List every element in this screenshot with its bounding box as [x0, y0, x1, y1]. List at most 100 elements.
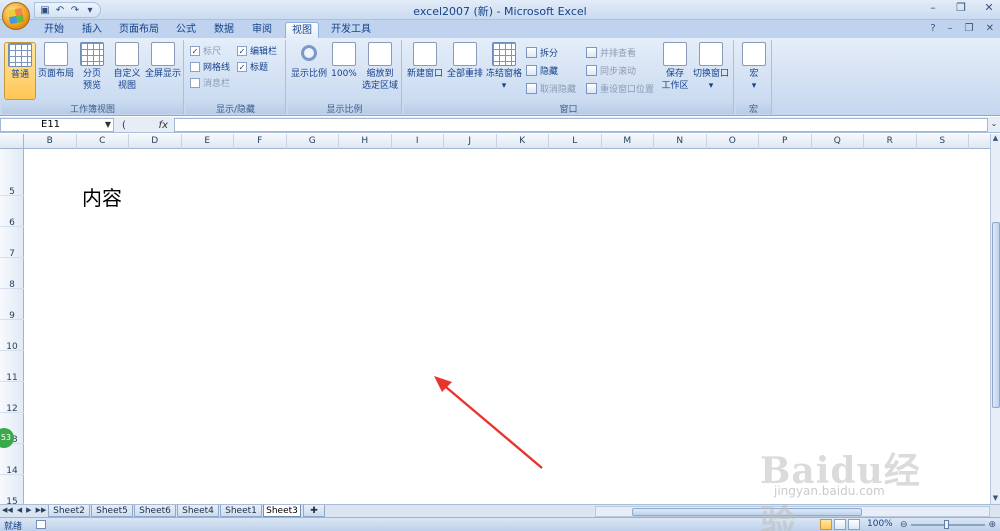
sheet-tab-sheet6[interactable]: Sheet6 [134, 505, 176, 517]
name-box[interactable]: E11 ▼ [0, 118, 114, 132]
zoom-selection-button[interactable]: 缩放到 选定区域 [360, 42, 400, 92]
column-header-d[interactable]: D [129, 134, 182, 149]
office-button[interactable] [2, 2, 30, 30]
scroll-down-icon[interactable]: ▼ [991, 494, 1000, 504]
tab-data[interactable]: 数据 [212, 22, 236, 38]
column-header-c[interactable]: C [77, 134, 129, 149]
expand-formula-bar-icon[interactable]: ⌄ [989, 119, 999, 131]
message-bar-checkbox[interactable]: 消息栏 [190, 76, 230, 89]
normal-view-button[interactable]: 普通 [4, 42, 36, 100]
sheet-tab-sheet5[interactable]: Sheet5 [91, 505, 133, 517]
cancel-formula-icon[interactable]: ( [122, 120, 126, 131]
row-header-9[interactable]: 9 [0, 289, 24, 321]
tab-formulas[interactable]: 公式 [174, 22, 198, 38]
arrange-all-button[interactable]: 全部重排 [446, 42, 484, 80]
row-header-6[interactable]: 6 [0, 196, 24, 228]
row-header-11[interactable]: 11 [0, 351, 24, 383]
tab-home[interactable]: 开始 [42, 22, 66, 38]
close-icon[interactable]: ✕ [982, 1, 996, 15]
save-workspace-button[interactable]: 保存 工作区 [660, 42, 690, 92]
zoom-out-icon[interactable]: ⊖ [900, 520, 908, 530]
column-header-g[interactable]: G [287, 134, 339, 149]
column-header-n[interactable]: N [654, 134, 707, 149]
last-sheet-icon[interactable]: ▶▶ [36, 506, 47, 514]
zoom-button[interactable]: 显示比例 [290, 42, 328, 80]
formula-input[interactable] [174, 118, 988, 132]
tab-page-layout[interactable]: 页面布局 [118, 22, 160, 38]
row-header-5[interactable]: 5 [0, 165, 24, 197]
horizontal-scroll-thumb[interactable] [632, 508, 862, 516]
sync-scroll-button[interactable]: 同步滚动 [586, 64, 636, 77]
custom-views-button[interactable]: 自定义 视图 [112, 42, 142, 92]
sheet-tab-sheet2[interactable]: Sheet2 [48, 505, 90, 517]
worksheet-grid[interactable]: BCDEFGHIJKLMNOPQRS 56789101112131415 内容 [0, 134, 990, 504]
tab-view[interactable]: 视图 [285, 22, 319, 38]
column-header-k[interactable]: K [497, 134, 549, 149]
column-header-q[interactable]: Q [812, 134, 864, 149]
zoom-slider[interactable]: ⊖ ⊕ [900, 520, 996, 530]
tab-developer[interactable]: 开发工具 [330, 22, 372, 38]
first-sheet-icon[interactable]: ◀◀ [2, 506, 13, 514]
vertical-scroll-thumb[interactable] [992, 222, 1000, 408]
zoom-knob[interactable] [943, 520, 949, 529]
page-break-shortcut-icon[interactable] [848, 519, 860, 530]
zoom-100-button[interactable]: 100% [330, 42, 358, 80]
switch-windows-button[interactable]: 切换窗口 ▾ [692, 42, 730, 92]
page-break-preview-button[interactable]: 分页 预览 [78, 42, 106, 92]
column-header-f[interactable]: F [234, 134, 287, 149]
doc-close-icon[interactable]: ✕ [986, 23, 994, 34]
ruler-checkbox[interactable]: ✓ 标尺 [190, 44, 221, 57]
column-header-m[interactable]: M [602, 134, 654, 149]
gridlines-checkbox[interactable]: 网格线 [190, 60, 230, 73]
reset-position-button[interactable]: 重设窗口位置 [586, 82, 654, 95]
sheet-tab-sheet4[interactable]: Sheet4 [177, 505, 219, 517]
row-header-14[interactable]: 14 [0, 444, 24, 476]
doc-minimize-icon[interactable]: – [948, 23, 953, 34]
tab-review[interactable]: 审阅 [250, 22, 274, 38]
select-all-corner[interactable] [0, 134, 24, 149]
normal-view-shortcut-icon[interactable] [820, 519, 832, 530]
headings-checkbox[interactable]: ✓ 标题 [237, 60, 268, 73]
column-header-s[interactable]: S [917, 134, 969, 149]
page-layout-shortcut-icon[interactable] [834, 519, 846, 530]
prev-sheet-icon[interactable]: ◀ [17, 506, 22, 514]
doc-restore-icon[interactable]: ❐ [965, 23, 974, 34]
minimize-icon[interactable]: – [926, 1, 940, 15]
hide-button[interactable]: 隐藏 [526, 64, 558, 77]
row-header-12[interactable]: 12 [0, 382, 24, 414]
new-window-button[interactable]: 新建窗口 [406, 42, 444, 80]
zoom-track[interactable] [910, 520, 986, 529]
next-sheet-icon[interactable]: ▶ [26, 506, 31, 514]
column-header-r[interactable]: R [864, 134, 917, 149]
freeze-panes-button[interactable]: 冻结窗格 ▾ [486, 42, 522, 92]
zoom-in-icon[interactable]: ⊕ [988, 520, 996, 530]
column-header-b[interactable]: B [24, 134, 77, 149]
column-header-p[interactable]: P [759, 134, 812, 149]
side-by-side-button[interactable]: 并排查看 [586, 46, 636, 59]
horizontal-scrollbar[interactable] [595, 506, 990, 517]
insert-function-icon[interactable]: fx [159, 120, 168, 131]
scroll-up-icon[interactable]: ▲ [991, 134, 1000, 144]
column-header-j[interactable]: J [444, 134, 497, 149]
row-header-10[interactable]: 10 [0, 320, 24, 352]
zoom-level[interactable]: 100% [867, 519, 893, 529]
split-button[interactable]: 拆分 [526, 46, 558, 59]
column-header-i[interactable]: I [392, 134, 444, 149]
macro-record-icon[interactable] [36, 520, 46, 529]
sheet-tab-sheet3[interactable]: Sheet3 [263, 505, 301, 517]
unhide-button[interactable]: 取消隐藏 [526, 82, 576, 95]
page-layout-view-button[interactable]: 页面布局 [37, 42, 75, 80]
help-icon[interactable]: ? [930, 23, 935, 34]
column-header-l[interactable]: L [549, 134, 602, 149]
row-header-15[interactable]: 15 [0, 475, 24, 504]
column-header-h[interactable]: H [339, 134, 392, 149]
name-box-dropdown-icon[interactable]: ▼ [105, 119, 111, 131]
fullscreen-button[interactable]: 全屏显示 [144, 42, 182, 80]
cell-content[interactable]: 内容 [82, 182, 122, 211]
formula-bar-checkbox[interactable]: ✓ 编辑栏 [237, 44, 277, 57]
row-header-7[interactable]: 7 [0, 227, 24, 259]
row-header-8[interactable]: 8 [0, 258, 24, 290]
restore-icon[interactable]: ❐ [954, 1, 968, 15]
tab-insert[interactable]: 插入 [80, 22, 104, 38]
column-header-e[interactable]: E [182, 134, 234, 149]
